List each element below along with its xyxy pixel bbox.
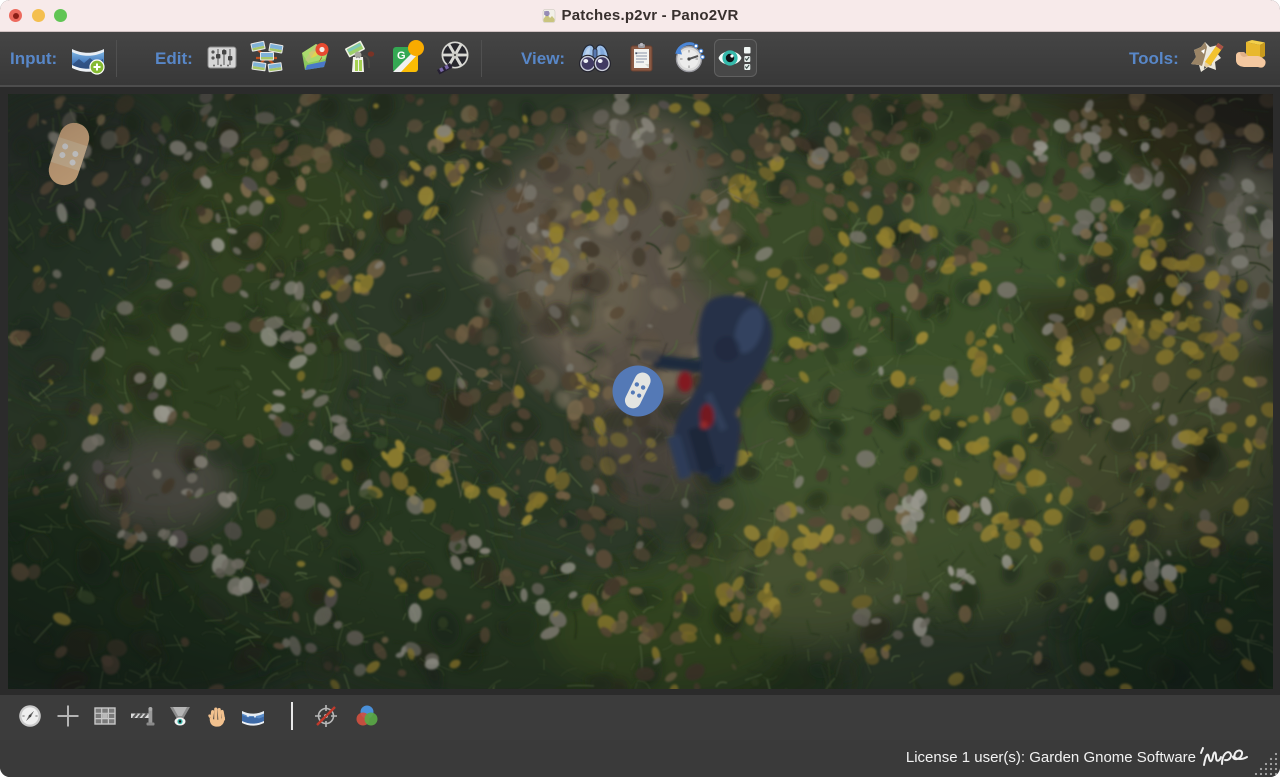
svg-text:G: G	[397, 50, 406, 62]
